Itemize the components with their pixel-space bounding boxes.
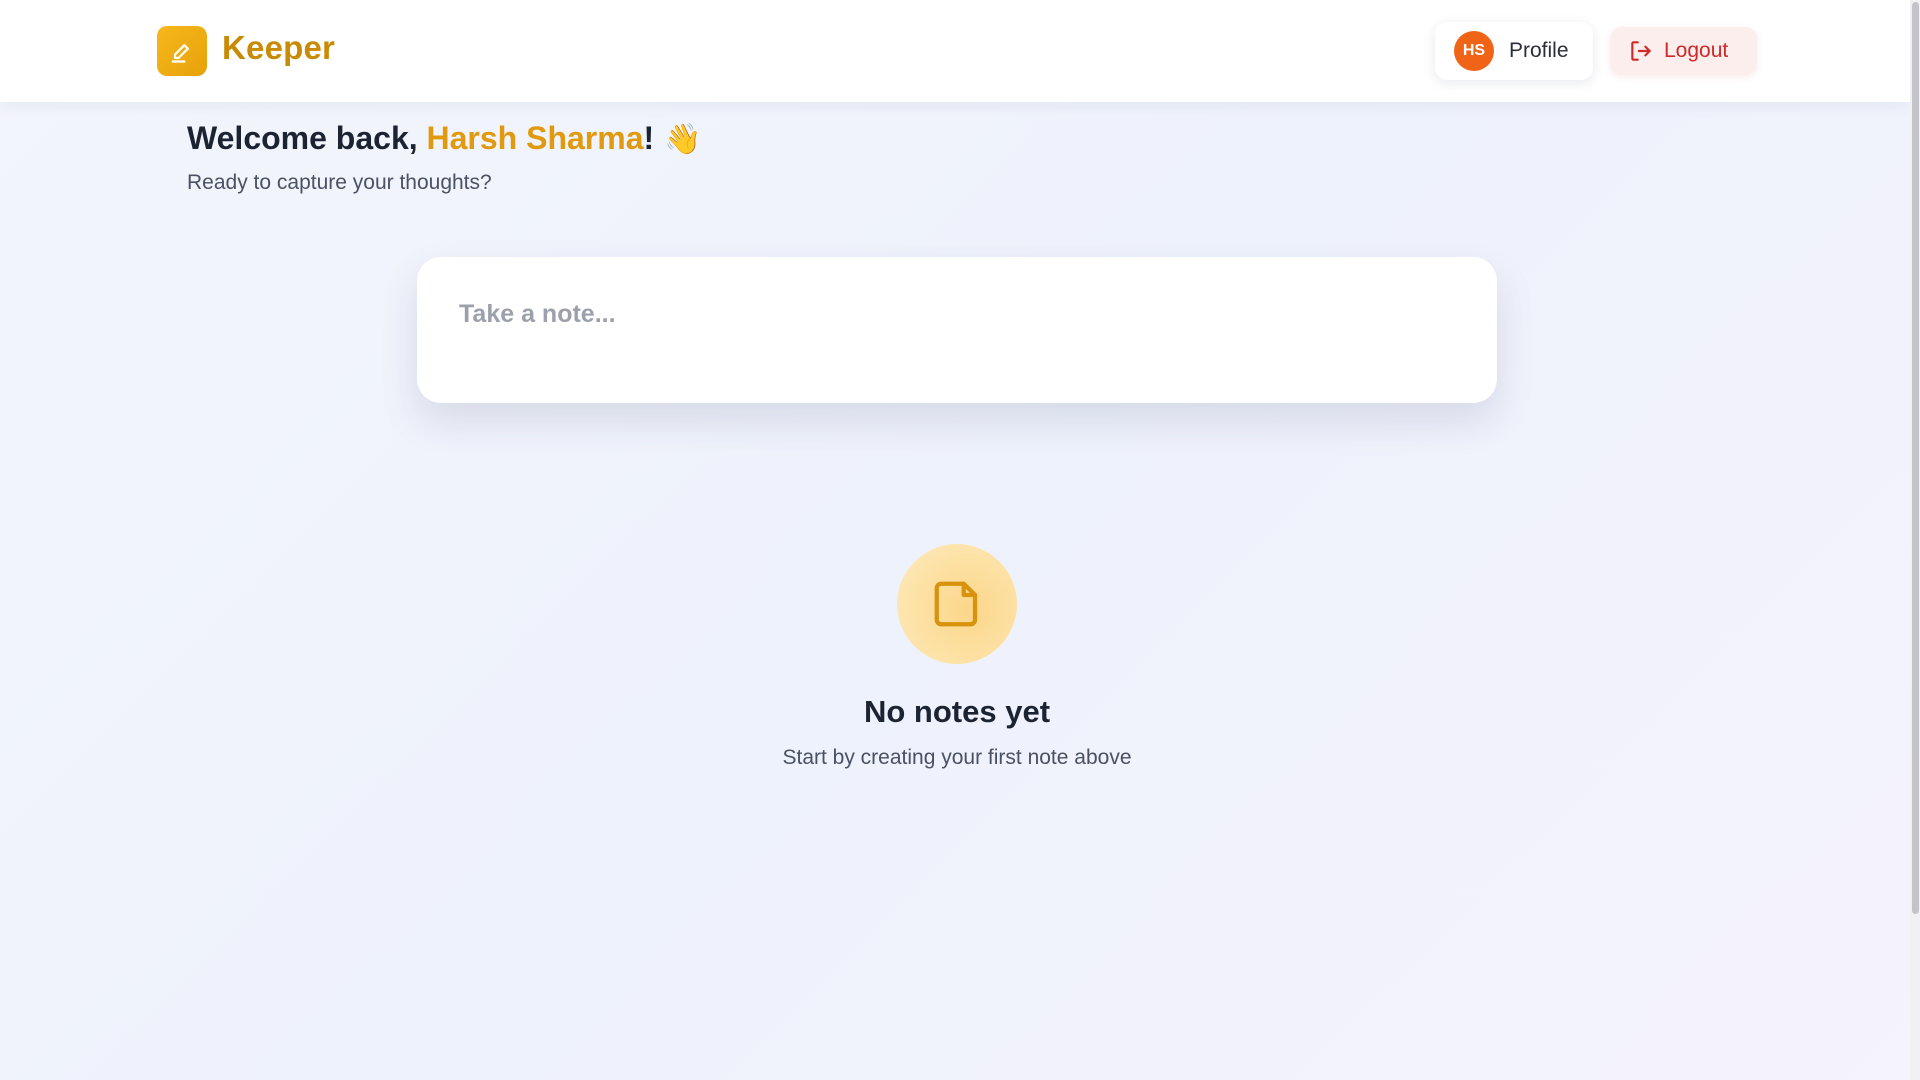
app-name[interactable]: Keeper (222, 29, 335, 67)
note-icon (934, 581, 978, 627)
welcome-subtitle: Ready to capture your thoughts? (187, 171, 492, 194)
logout-button[interactable]: Logout (1610, 27, 1757, 75)
top-navbar: Keeper HS Profile Logout (0, 0, 1910, 102)
empty-state-message: Start by creating your first note above (782, 746, 1132, 769)
logout-label: Logout (1664, 39, 1729, 62)
welcome-prefix: Welcome back, (187, 120, 427, 156)
user-name: Harsh Sharma (426, 120, 644, 156)
pen-icon (171, 44, 189, 63)
empty-state-title: No notes yet (863, 694, 1051, 729)
welcome-suffix: ! (643, 120, 655, 156)
empty-state-icon-circle (897, 544, 1017, 664)
welcome-heading: Welcome back, Harsh Sharma! 👋 (187, 120, 702, 157)
note-composer[interactable] (417, 257, 1497, 403)
profile-label: Profile (1509, 39, 1569, 62)
app-logo[interactable] (157, 26, 207, 76)
wave-emoji-icon: 👋 (664, 123, 702, 156)
note-input[interactable] (457, 293, 1461, 335)
profile-button[interactable]: HS Profile (1435, 22, 1593, 80)
avatar: HS (1454, 31, 1494, 71)
scrollbar-thumb[interactable] (1912, 2, 1919, 914)
logout-icon (1631, 41, 1651, 61)
